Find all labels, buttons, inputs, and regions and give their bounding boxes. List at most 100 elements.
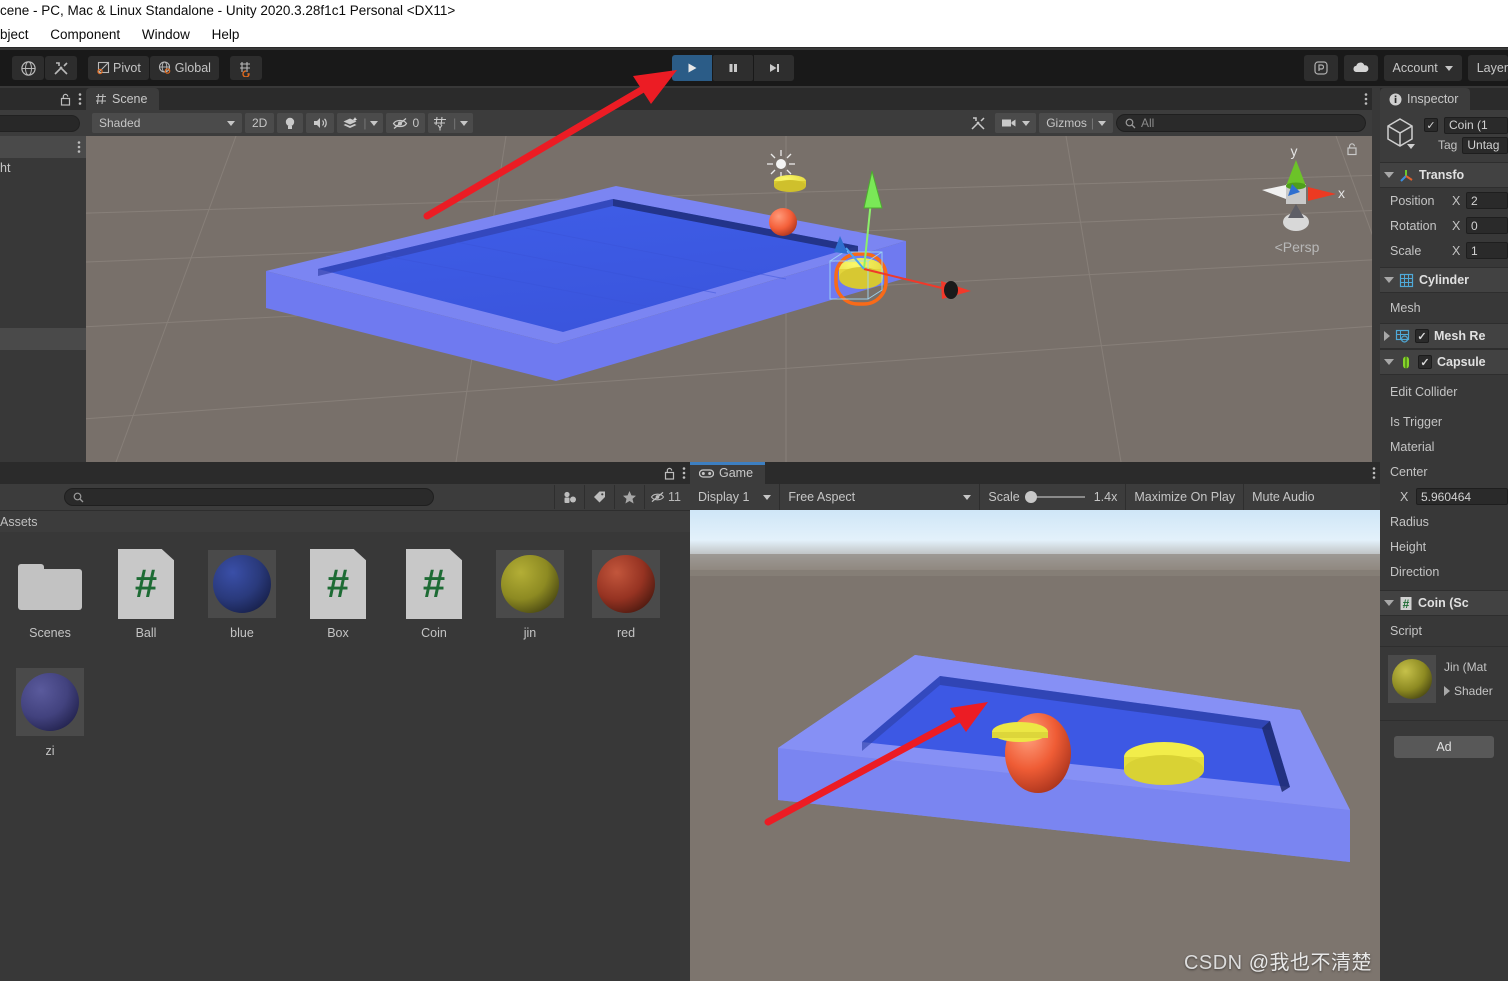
center-x-field[interactable]: 5.960464 — [1416, 488, 1508, 505]
collab-toolbar-icon[interactable] — [12, 56, 44, 80]
scene-lighting-toggle[interactable] — [277, 113, 304, 133]
chevron-right-icon[interactable] — [1384, 331, 1390, 341]
lock-icon[interactable] — [60, 93, 71, 106]
step-button[interactable] — [754, 55, 794, 81]
component-header-mesh-filter[interactable]: Cylinder — [1380, 267, 1508, 293]
tab-scene[interactable]: Scene — [86, 88, 160, 110]
filter-favorites-button[interactable] — [614, 485, 644, 509]
project-hidden-toggle[interactable]: 11 — [644, 485, 686, 509]
chevron-down-icon — [763, 494, 772, 500]
scale-slider[interactable]: Scale 1.4x — [980, 484, 1127, 510]
scale-x-field[interactable]: 1 — [1466, 242, 1508, 259]
scale-slider-knob[interactable] — [1024, 491, 1037, 503]
hierarchy-selected-row[interactable] — [0, 328, 86, 350]
asset-item-zi[interactable]: zi — [2, 666, 98, 758]
search-icon — [1125, 118, 1136, 128]
tag-dropdown[interactable]: Untag — [1462, 136, 1508, 154]
tools-toolbar-icon[interactable] — [45, 56, 77, 80]
menu-item-object[interactable]: bject — [0, 22, 38, 48]
layers-dropdown[interactable]: Layer — [1467, 55, 1508, 81]
chevron-down-icon[interactable] — [1384, 277, 1394, 283]
chevron-down-icon[interactable] — [1384, 172, 1394, 178]
game-viewport[interactable]: CSDN @我也不清楚 — [690, 510, 1380, 981]
aspect-dropdown[interactable]: Free Aspect — [780, 484, 981, 510]
tab-scene-label: Scene — [112, 92, 148, 106]
cloud-button[interactable] — [1343, 55, 1378, 81]
rotation-x-field[interactable]: 0 — [1466, 217, 1508, 234]
asset-item-ball[interactable]: # Ball — [98, 548, 194, 640]
add-component-button[interactable]: Ad — [1394, 736, 1494, 758]
mesh-renderer-enabled-checkbox[interactable]: ✓ — [1415, 329, 1429, 343]
chevron-down-icon[interactable] — [1384, 600, 1394, 606]
component-header-capsule-collider[interactable]: ✓ Capsule — [1380, 349, 1508, 375]
mesh-filter-icon — [1399, 273, 1414, 287]
asset-item-blue[interactable]: blue — [194, 548, 290, 640]
asset-item-box[interactable]: # Box — [290, 548, 386, 640]
component-header-coin-script[interactable]: # Coin (Sc — [1380, 590, 1508, 616]
more-options-icon[interactable] — [682, 466, 686, 480]
lock-icon[interactable] — [664, 467, 675, 480]
menu-item-help[interactable]: Help — [203, 22, 249, 48]
scale-slider-track[interactable] — [1024, 491, 1085, 503]
is-trigger-row[interactable]: Is Trigger — [1380, 409, 1508, 434]
filter-by-type-button[interactable] — [554, 485, 584, 509]
more-options-icon[interactable] — [1364, 92, 1368, 106]
scene-more-icon[interactable] — [77, 140, 81, 154]
scene-fx-dropdown[interactable]: | — [337, 113, 384, 133]
menu-item-window[interactable]: Window — [133, 22, 199, 48]
hierarchy-scene-row[interactable] — [0, 136, 86, 158]
shading-mode-dropdown[interactable]: Shaded — [92, 113, 242, 133]
more-options-icon[interactable] — [1372, 466, 1376, 480]
scene-viewport[interactable]: y x <Persp — [86, 136, 1372, 462]
mute-audio-toggle[interactable]: Mute Audio — [1244, 484, 1323, 510]
play-button[interactable] — [672, 55, 712, 81]
chevron-down-icon[interactable] — [1384, 359, 1394, 365]
pivot-toggle-button[interactable]: Pivot — [88, 56, 149, 80]
snap-toggle-button[interactable] — [229, 56, 262, 80]
scene-audio-toggle[interactable] — [306, 113, 335, 133]
row-label: Center — [1390, 464, 1428, 479]
gameobject-name-field[interactable]: Coin (1 — [1444, 116, 1508, 134]
row-label: Direction — [1390, 564, 1440, 579]
chevron-right-icon[interactable] — [1444, 686, 1450, 696]
capsule-collider-enabled-checkbox[interactable]: ✓ — [1418, 355, 1432, 369]
gizmo-lock-icon[interactable] — [1346, 142, 1358, 159]
scene-search-input[interactable]: All — [1116, 114, 1366, 132]
component-header-mesh-renderer[interactable]: ✓ Mesh Re — [1380, 323, 1508, 349]
hierarchy-search-input[interactable] — [0, 114, 80, 132]
gizmos-dropdown[interactable]: Gizmos | — [1039, 113, 1113, 133]
position-x-field[interactable]: 2 — [1466, 192, 1508, 209]
asset-label: Box — [327, 626, 349, 640]
hierarchy-panel: ht — [0, 88, 86, 462]
toggle-2d-button[interactable]: 2D — [245, 113, 275, 133]
hierarchy-item-directional-light[interactable]: ht — [0, 158, 86, 178]
tab-inspector[interactable]: Inspector — [1380, 88, 1471, 110]
more-options-icon[interactable] — [78, 92, 82, 106]
playmode-accent-bar — [690, 462, 766, 465]
account-dropdown[interactable]: Account — [1383, 55, 1462, 81]
scene-grid-dropdown[interactable]: | — [428, 113, 474, 133]
maximize-on-play-toggle[interactable]: Maximize On Play — [1126, 484, 1245, 510]
filter-by-label-button[interactable] — [584, 485, 614, 509]
scene-tools-button[interactable] — [964, 113, 992, 133]
global-toggle-button[interactable]: Global — [149, 56, 219, 80]
asset-item-scenes[interactable]: Scenes — [2, 548, 98, 640]
collab-button[interactable] — [1303, 55, 1338, 81]
scene-orientation-gizmo[interactable]: y x <Persp — [1242, 142, 1352, 267]
scene-visibility-toggle[interactable]: 0 — [386, 113, 426, 133]
project-search-input[interactable] — [64, 488, 434, 506]
asset-item-red[interactable]: red — [578, 548, 674, 640]
material-icon — [206, 548, 278, 620]
scene-camera-dropdown[interactable] — [995, 113, 1037, 133]
display-label: Display 1 — [698, 490, 750, 504]
display-dropdown[interactable]: Display 1 — [690, 484, 781, 510]
edit-collider-row[interactable]: Edit Collider — [1380, 375, 1508, 409]
collider-material-row[interactable]: Material — [1380, 434, 1508, 459]
menu-item-component[interactable]: Component — [41, 22, 129, 48]
component-header-transform[interactable]: Transfo — [1380, 162, 1508, 188]
gameobject-enabled-checkbox[interactable]: ✓ — [1424, 118, 1438, 132]
tab-game[interactable]: Game — [690, 462, 766, 484]
asset-item-coin[interactable]: # Coin — [386, 548, 482, 640]
asset-item-jin[interactable]: jin — [482, 548, 578, 640]
pause-button[interactable] — [713, 55, 753, 81]
